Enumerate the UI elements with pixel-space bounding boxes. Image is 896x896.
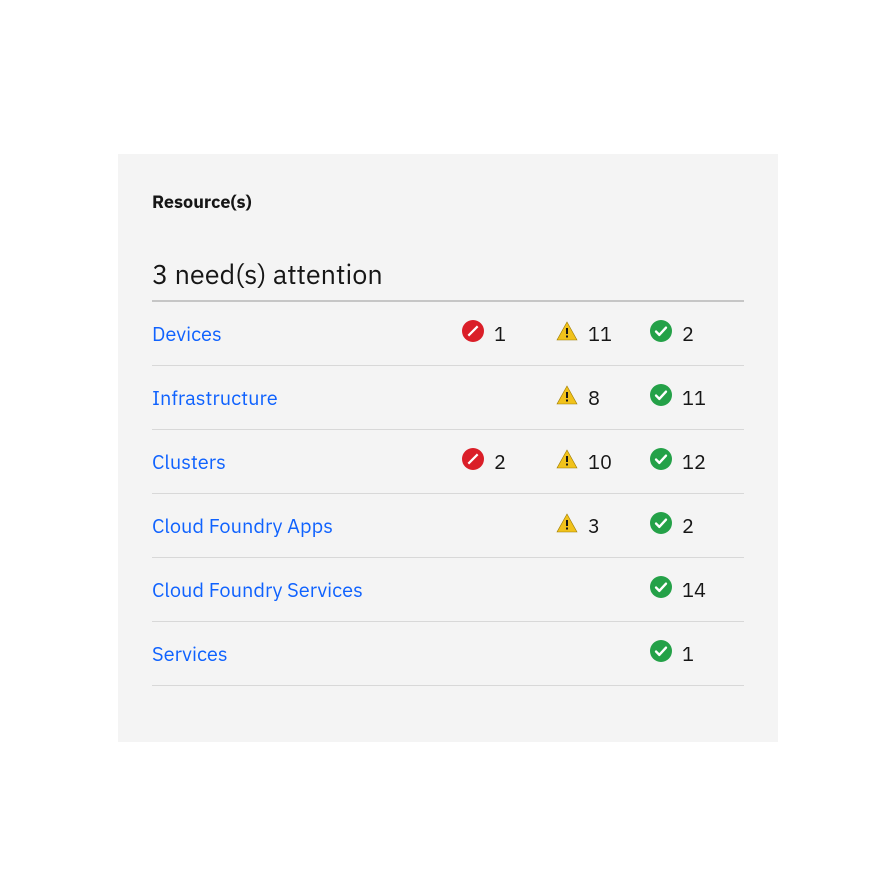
warning-count-cell: 10: [556, 448, 650, 476]
resource-link[interactable]: Cloud Foundry Apps: [152, 512, 462, 539]
resources-panel: Resource(s) 3 need(s) attention Devices 1…: [118, 154, 778, 742]
resource-link[interactable]: Cloud Foundry Services: [152, 576, 462, 603]
error-count-cell: 1: [462, 320, 556, 348]
success-icon: [650, 320, 672, 348]
warning-icon: [556, 512, 578, 540]
warning-icon: [556, 320, 578, 348]
success-count-cell: 11: [650, 384, 744, 412]
attention-heading: 3 need(s) attention: [152, 257, 744, 292]
success-count-cell: 1: [650, 640, 744, 668]
success-count: 11: [682, 384, 706, 411]
resource-row: Cloud Foundry Apps032: [152, 494, 744, 558]
success-count-cell: 2: [650, 320, 744, 348]
resource-row: Cloud Foundry Services0014: [152, 558, 744, 622]
success-count-cell: 2: [650, 512, 744, 540]
success-icon: [650, 576, 672, 604]
resource-link[interactable]: Devices: [152, 320, 462, 347]
success-count: 2: [682, 512, 694, 539]
warning-count-cell: 11: [556, 320, 650, 348]
success-count: 1: [682, 640, 694, 667]
error-count-cell: 2: [462, 448, 556, 476]
error-count: 1: [494, 320, 506, 347]
success-count: 14: [682, 576, 706, 603]
resource-row: Services001: [152, 622, 744, 686]
error-icon: [462, 448, 484, 476]
success-count-cell: 14: [650, 576, 744, 604]
resource-row: Clusters 2 10 12: [152, 430, 744, 494]
resource-link[interactable]: Services: [152, 640, 462, 667]
success-count-cell: 12: [650, 448, 744, 476]
resource-link[interactable]: Clusters: [152, 448, 462, 475]
error-icon: [462, 320, 484, 348]
success-count: 12: [682, 448, 706, 475]
success-icon: [650, 384, 672, 412]
resource-row: Devices1112: [152, 302, 744, 366]
success-icon: [650, 640, 672, 668]
warning-count: 11: [588, 320, 612, 347]
warning-count-cell: 3: [556, 512, 650, 540]
warning-count: 10: [588, 448, 612, 475]
warning-icon: [556, 384, 578, 412]
warning-count: 8: [588, 384, 600, 411]
success-count: 2: [682, 320, 694, 347]
warning-count: 3: [588, 512, 600, 539]
warning-icon: [556, 448, 578, 476]
success-icon: [650, 448, 672, 476]
error-count: 2: [494, 448, 506, 475]
panel-title: Resource(s): [152, 190, 744, 213]
warning-count-cell: 8: [556, 384, 650, 412]
resource-table: Devices1112Infrastructure0811Clusters210…: [152, 302, 744, 686]
resource-row: Infrastructure0811: [152, 366, 744, 430]
resource-link[interactable]: Infrastructure: [152, 384, 462, 411]
success-icon: [650, 512, 672, 540]
